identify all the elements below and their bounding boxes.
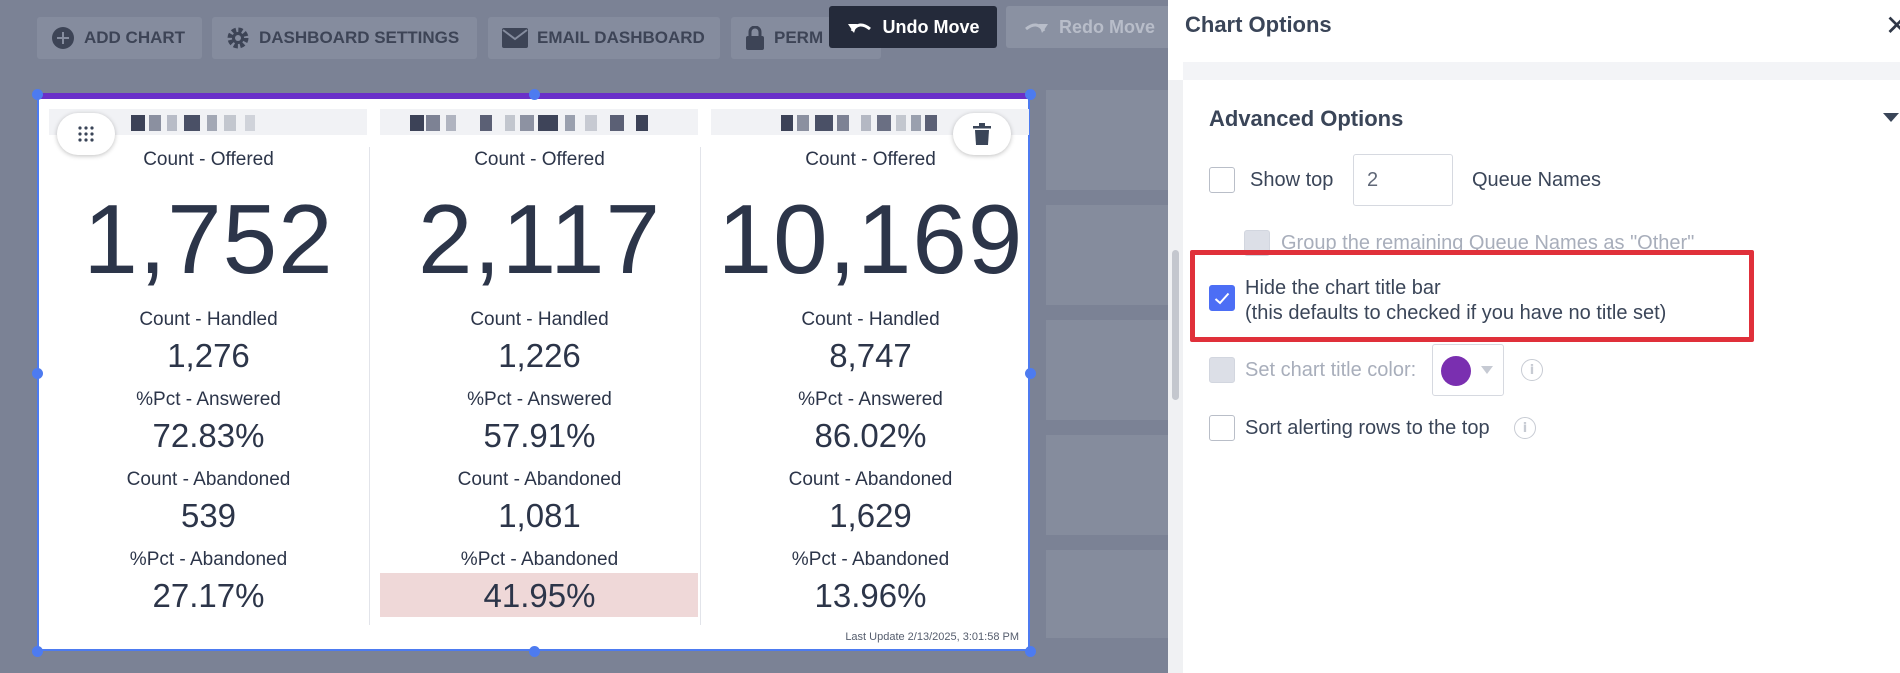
pct-abandoned-value: 13.96% [814,577,927,614]
panel-header: Chart Options ✕ [1183,0,1900,62]
add-chart-label: ADD CHART [84,28,186,47]
background-widget [1046,205,1168,305]
title-color-label: Set chart title color: [1245,359,1417,381]
handled-label: Count - Handled [470,309,609,330]
abandoned-value: 1,081 [498,497,581,534]
background-widget [1046,90,1168,190]
handled-value: 1,226 [498,337,581,374]
resize-handle-nw[interactable] [32,89,43,100]
chevron-down-icon [1481,366,1493,374]
undo-move-label: Undo Move [882,16,980,37]
abandoned-label: Count - Abandoned [788,469,953,490]
redo-icon [1025,23,1048,33]
chart-options-panel: Chart Options ✕ Advanced Options Show to… [1168,0,1900,673]
pct-abandoned-label: %Pct - Abandoned [129,549,288,570]
info-icon[interactable]: i [1521,359,1543,381]
abandoned-value: 539 [180,497,237,534]
show-top-input[interactable] [1353,154,1453,206]
panel-divider [1183,62,1900,80]
gear-icon [227,27,249,49]
background-widget [1046,435,1168,535]
background-widget [1046,320,1168,420]
column-divider [369,147,370,625]
abandoned-value: 1,629 [829,497,912,534]
resize-handle-w[interactable] [32,368,43,379]
redo-move-label: Redo Move [1058,16,1155,37]
dashboard-settings-button[interactable]: DASHBOARD SETTINGS [212,17,477,59]
pct-abandoned-label: %Pct - Abandoned [791,549,950,570]
sort-alerting-label: Sort alerting rows to the top [1245,417,1490,439]
pct-abandoned-value: 41.95% [483,577,596,614]
queue-column: Count - Offered 1,752 Count - Handled 1,… [43,99,374,649]
drag-grid-icon [78,126,94,142]
answered-value: 72.83% [152,417,265,454]
resize-handle-s[interactable] [529,646,540,657]
color-swatch [1441,356,1471,386]
hide-title-bar-hint: (this defaults to checked if you have no… [1245,302,1667,324]
offered-value: 10,169 [717,184,1024,294]
abandoned-label: Count - Abandoned [126,469,291,490]
column-divider [700,147,701,625]
title-color-checkbox[interactable] [1209,357,1235,383]
handled-label: Count - Handled [139,309,278,330]
queue-name-redacted [380,109,698,135]
sort-alerting-checkbox[interactable] [1209,415,1235,441]
undo-move-button[interactable]: Undo Move [829,6,997,48]
offered-value: 2,117 [418,184,661,294]
queue-stats-chart[interactable]: Count - Offered 1,752 Count - Handled 1,… [37,93,1030,651]
hide-title-bar-label: Hide the chart title bar [1245,277,1441,299]
scrollbar-thumb[interactable] [1172,250,1179,400]
dashboard-settings-label: DASHBOARD SETTINGS [259,28,460,47]
plus-circle-icon [52,27,74,49]
answered-label: %Pct - Answered [467,389,612,410]
panel-title: Chart Options [1185,12,1332,37]
queue-names-label: Queue Names [1472,169,1601,191]
show-top-label: Show top [1250,169,1334,191]
answered-label: %Pct - Answered [798,389,943,410]
trash-icon [973,123,991,145]
undo-icon [847,23,871,33]
offered-label: Count - Offered [474,149,605,170]
handled-label: Count - Handled [801,309,940,330]
background-widget [1046,550,1168,638]
advanced-options-heading[interactable]: Advanced Options [1209,106,1403,132]
answered-label: %Pct - Answered [136,389,281,410]
show-top-checkbox[interactable] [1209,167,1235,193]
delete-chart-button[interactable] [953,113,1011,155]
answered-value: 57.91% [483,417,596,454]
queue-column: Count - Offered 2,117 Count - Handled 1,… [374,99,705,649]
dashboard-canvas: ADD CHART DASHBOARD SETTINGS EMAIL DASHB… [0,0,1172,673]
email-dashboard-label: EMAIL DASHBOARD [537,28,705,47]
pct-abandoned-label: %Pct - Abandoned [460,549,619,570]
handled-value: 1,276 [167,337,250,374]
abandoned-label: Count - Abandoned [457,469,622,490]
chevron-down-icon[interactable] [1883,113,1899,122]
lock-icon [746,26,764,50]
checkmark-icon [1214,292,1230,304]
offered-value: 1,752 [83,184,334,294]
permissions-label: PERM [774,28,824,47]
pct-abandoned-value: 27.17% [152,577,265,614]
info-icon[interactable]: i [1514,417,1536,439]
drag-handle-button[interactable] [57,113,115,155]
close-icon[interactable]: ✕ [1885,12,1900,40]
title-color-picker[interactable] [1432,344,1504,396]
email-dashboard-button[interactable]: EMAIL DASHBOARD [488,17,720,59]
handled-value: 8,747 [829,337,912,374]
envelope-icon [502,28,528,48]
scrollbar[interactable] [1168,80,1183,673]
add-chart-button[interactable]: ADD CHART [37,17,202,59]
resize-handle-se[interactable] [1025,646,1036,657]
resize-handle-sw[interactable] [32,646,43,657]
hide-title-bar-checkbox[interactable] [1209,285,1235,311]
resize-handle-n[interactable] [529,89,540,100]
redo-move-button[interactable]: Redo Move [1006,6,1172,48]
resize-handle-ne[interactable] [1025,89,1036,100]
answered-value: 86.02% [814,417,927,454]
last-update-timestamp: Last Update 2/13/2025, 3:01:58 PM [845,631,1019,643]
queue-column: Count - Offered 10,169 Count - Handled 8… [705,99,1036,649]
resize-handle-e[interactable] [1025,368,1036,379]
